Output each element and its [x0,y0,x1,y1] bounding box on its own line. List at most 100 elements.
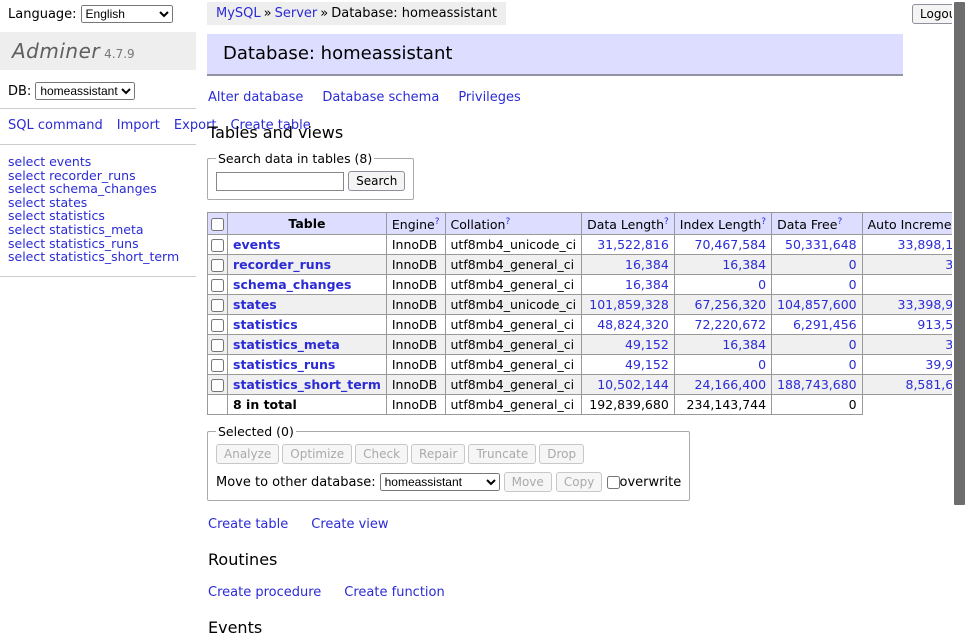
data-free-cell: 0 [772,335,863,355]
row-select-cell [208,355,228,375]
create-table-link[interactable]: Create table [208,517,288,532]
index-length-link[interactable]: 16,384 [722,257,766,272]
privileges-link[interactable]: Privileges [458,90,521,105]
select-all-checkbox[interactable] [211,218,224,231]
sidebar-link-sql-command[interactable]: SQL command [8,118,103,133]
sidebar-select-statistics[interactable]: select statistics [8,209,188,223]
search-input[interactable] [216,172,344,191]
move-button[interactable]: Move [504,472,552,492]
analyze-button[interactable]: Analyze [216,444,279,464]
index-length-link[interactable]: 72,220,672 [695,317,767,332]
data-length-link[interactable]: 48,824,320 [597,317,669,332]
create-view-link[interactable]: Create view [311,517,388,532]
auto-increment-cell: 39,999 [862,355,966,375]
move-row: Move to other database:homeassistantMove… [216,472,681,492]
data-length-link[interactable]: 16,384 [625,257,669,272]
row-checkbox[interactable] [211,339,224,352]
check-button[interactable]: Check [355,444,408,464]
create-links: Create table Create view [208,517,948,532]
sidebar-select-statistics_runs[interactable]: select statistics_runs [8,237,188,251]
table-link-schema_changes[interactable]: schema_changes [233,277,351,292]
help-icon[interactable]: ? [505,217,510,227]
help-icon[interactable]: ? [837,217,842,227]
data-free-link[interactable]: 6,291,456 [793,317,857,332]
row-checkbox[interactable] [211,279,224,292]
table-link-statistics_runs[interactable]: statistics_runs [233,357,335,372]
sidebar-link-import[interactable]: Import [117,118,160,133]
index-length-link[interactable]: 0 [758,277,766,292]
auto-increment-cell: 33,398,984 [862,295,966,315]
vertical-scrollbar[interactable] [952,0,966,543]
data-free-link[interactable]: 0 [849,357,857,372]
database-schema-link[interactable]: Database schema [322,90,439,105]
sidebar-select-statistics_meta[interactable]: select statistics_meta [8,223,188,237]
row-checkbox[interactable] [211,259,224,272]
create-procedure-link[interactable]: Create procedure [208,585,321,600]
sidebar-select-statistics_short_term[interactable]: select statistics_short_term [8,250,188,264]
data-free-link[interactable]: 0 [849,277,857,292]
row-checkbox[interactable] [211,319,224,332]
sidebar-select-states[interactable]: select states [8,196,188,210]
row-select-cell [208,335,228,355]
help-icon[interactable]: ? [761,217,766,227]
table-link-statistics[interactable]: statistics [233,317,298,332]
table-link-events[interactable]: events [233,237,280,252]
auto-increment-cell: 6 [862,275,966,295]
tables-table: TableEngine?Collation?Data Length?Index … [207,212,966,415]
alter-database-link[interactable]: Alter database [208,90,303,105]
table-row: schema_changesInnoDButf8mb4_general_ci16… [208,275,966,295]
auto-increment-cell: 8,581,645 [862,375,966,395]
search-button[interactable]: Search [348,171,405,191]
auto-increment-cell: 325 [862,335,966,355]
drop-button[interactable]: Drop [539,444,584,464]
data-length-link[interactable]: 49,152 [625,357,669,372]
data-length-link[interactable]: 49,152 [625,337,669,352]
index-length-link[interactable]: 67,256,320 [695,297,767,312]
copy-button[interactable]: Copy [556,472,602,492]
truncate-button[interactable]: Truncate [468,444,536,464]
row-checkbox[interactable] [211,299,224,312]
breadcrumb-server-link[interactable]: Server [275,6,318,21]
row-checkbox[interactable] [211,239,224,252]
index-length-link[interactable]: 16,384 [722,337,766,352]
data-length-cell: 49,152 [582,335,675,355]
adminer-logo[interactable]: Adminer [12,39,100,63]
repair-button[interactable]: Repair [411,444,465,464]
column-header-label: Collation [451,217,506,232]
sidebar-select-schema_changes[interactable]: select schema_changes [8,182,188,196]
db-select[interactable]: homeassistant [35,82,135,100]
data-length-link[interactable]: 101,859,328 [589,297,669,312]
create-function-link[interactable]: Create function [344,585,444,600]
overwrite-checkbox[interactable] [607,476,620,489]
row-checkbox[interactable] [211,379,224,392]
move-db-select[interactable]: homeassistant [380,473,500,491]
language-select[interactable]: English [81,5,173,23]
row-checkbox[interactable] [211,359,224,372]
data-free-link[interactable]: 188,743,680 [777,377,857,392]
data-free-link[interactable]: 0 [849,257,857,272]
engine-cell: InnoDB [386,295,445,315]
table-link-recorder_runs[interactable]: recorder_runs [233,257,331,272]
table-link-statistics_meta[interactable]: statistics_meta [233,337,340,352]
help-icon[interactable]: ? [664,217,669,227]
index-length-link[interactable]: 0 [758,357,766,372]
index-length-link[interactable]: 24,166,400 [695,377,767,392]
index-length-link[interactable]: 70,467,584 [695,237,767,252]
data-length-link[interactable]: 16,384 [625,277,669,292]
auto-increment-cell: 913,577 [862,315,966,335]
table-link-states[interactable]: states [233,297,277,312]
breadcrumb-mysql-link[interactable]: MySQL [216,6,261,21]
table-link-statistics_short_term[interactable]: statistics_short_term [233,377,381,392]
scrollbar-thumb[interactable] [954,2,965,505]
overwrite-label: overwrite [620,475,682,490]
sidebar-select-events[interactable]: select events [8,155,188,169]
data-length-link[interactable]: 31,522,816 [597,237,669,252]
help-icon[interactable]: ? [435,217,440,227]
data-length-cell: 16,384 [582,255,675,275]
data-free-link[interactable]: 50,331,648 [785,237,857,252]
data-free-link[interactable]: 104,857,600 [777,297,857,312]
sidebar-select-recorder_runs[interactable]: select recorder_runs [8,169,188,183]
data-free-link[interactable]: 0 [849,337,857,352]
data-length-link[interactable]: 10,502,144 [597,377,669,392]
optimize-button[interactable]: Optimize [282,444,352,464]
